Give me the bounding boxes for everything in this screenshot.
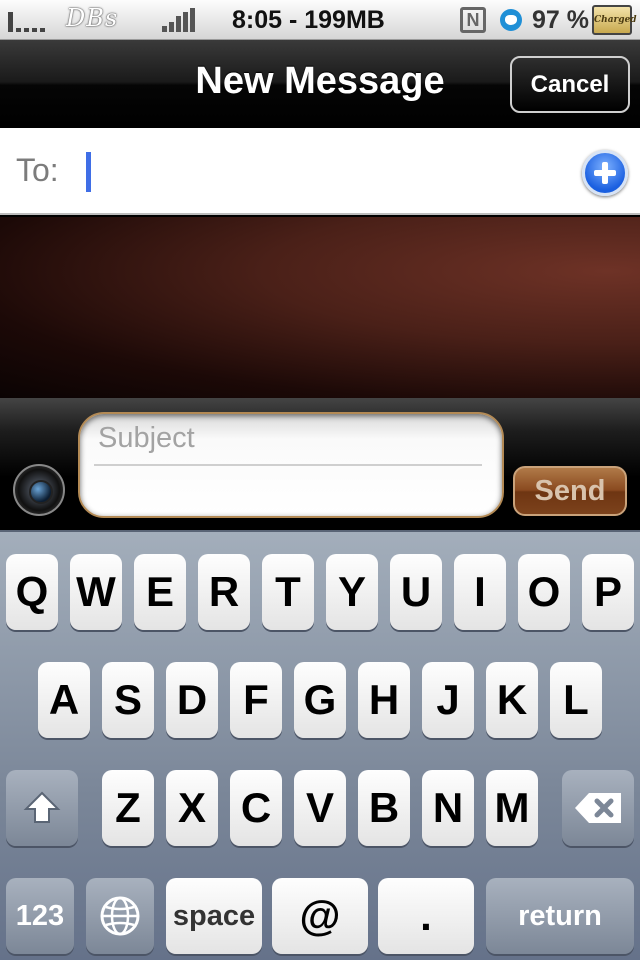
- key-a[interactable]: A: [38, 662, 90, 738]
- key-n[interactable]: N: [422, 770, 474, 846]
- key-u[interactable]: U: [390, 554, 442, 630]
- key-z[interactable]: Z: [102, 770, 154, 846]
- key-r[interactable]: R: [198, 554, 250, 630]
- key-l[interactable]: L: [550, 662, 602, 738]
- key-h[interactable]: H: [358, 662, 410, 738]
- battery-icon: Charged: [592, 5, 637, 35]
- subject-divider: [94, 464, 482, 466]
- status-time: 8:05 - 199MB: [232, 6, 385, 34]
- key-x[interactable]: X: [166, 770, 218, 846]
- to-label: To:: [16, 152, 59, 188]
- key-v[interactable]: V: [294, 770, 346, 846]
- at-key[interactable]: @: [272, 878, 368, 954]
- camera-icon[interactable]: [13, 464, 65, 516]
- add-contact-icon[interactable]: [582, 150, 628, 196]
- key-p[interactable]: P: [582, 554, 634, 630]
- shift-key[interactable]: [6, 770, 78, 846]
- text-cursor: [86, 152, 91, 192]
- globe-key[interactable]: [86, 878, 154, 954]
- key-k[interactable]: K: [486, 662, 538, 738]
- key-y[interactable]: Y: [326, 554, 378, 630]
- status-bar: DBs 8:05 - 199MB N 97 % Charged: [0, 0, 640, 40]
- signal-icon: [8, 10, 45, 32]
- wifi-bars-icon: [162, 8, 195, 32]
- key-j[interactable]: J: [422, 662, 474, 738]
- key-e[interactable]: E: [134, 554, 186, 630]
- key-b[interactable]: B: [358, 770, 410, 846]
- key-s[interactable]: S: [102, 662, 154, 738]
- network-icon: N: [460, 7, 486, 33]
- key-g[interactable]: G: [294, 662, 346, 738]
- key-f[interactable]: F: [230, 662, 282, 738]
- subject-field[interactable]: Subject: [98, 422, 195, 455]
- return-key[interactable]: return: [486, 878, 634, 954]
- key-d[interactable]: D: [166, 662, 218, 738]
- delete-key[interactable]: [562, 770, 634, 846]
- conversation-area: [0, 217, 640, 398]
- numbers-key[interactable]: 123: [6, 878, 74, 954]
- shift-icon: [23, 791, 61, 823]
- navigation-bar: New Message Cancel: [0, 40, 640, 128]
- key-o[interactable]: O: [518, 554, 570, 630]
- key-i[interactable]: I: [454, 554, 506, 630]
- key-q[interactable]: Q: [6, 554, 58, 630]
- period-key[interactable]: .: [378, 878, 474, 954]
- key-t[interactable]: T: [262, 554, 314, 630]
- space-key[interactable]: space: [166, 878, 262, 954]
- carrier-logo: DBs: [66, 4, 119, 32]
- keyboard: Q W E R T Y U I O P A S D F G H J K L Z …: [0, 530, 640, 960]
- key-m[interactable]: M: [486, 770, 538, 846]
- cancel-button[interactable]: Cancel: [510, 56, 630, 113]
- key-w[interactable]: W: [70, 554, 122, 630]
- send-button[interactable]: Send: [513, 466, 627, 516]
- recipient-field[interactable]: To:: [0, 128, 640, 215]
- key-c[interactable]: C: [230, 770, 282, 846]
- globe-icon: [100, 896, 140, 936]
- owl-icon: [500, 9, 522, 31]
- battery-percent: 97 %: [532, 6, 589, 34]
- backspace-icon: [575, 793, 621, 823]
